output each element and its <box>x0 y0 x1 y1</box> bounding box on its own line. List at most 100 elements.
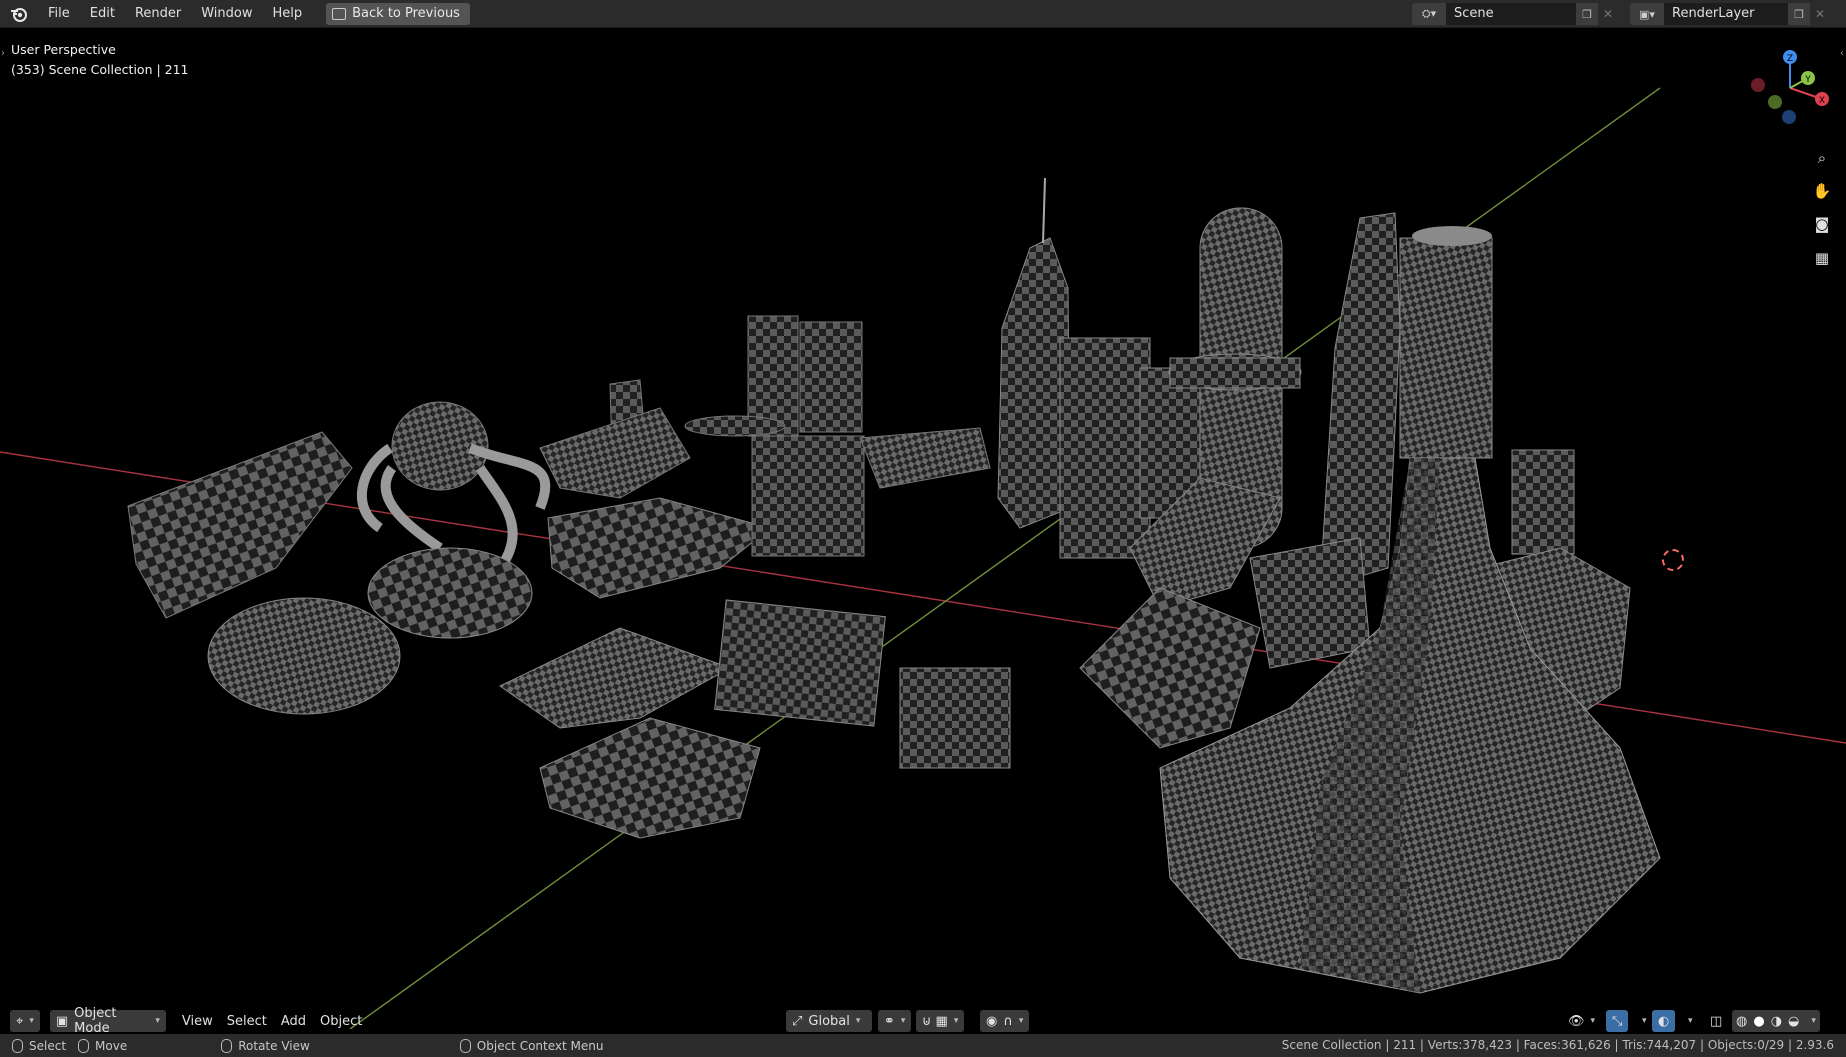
top-bar: File Edit Render Window Help Back to Pre… <box>0 0 1846 28</box>
disc-platform <box>684 415 786 437</box>
shading-dropdown-icon[interactable]: ▾ <box>1811 1016 1816 1026</box>
eye-icon: 👁 <box>1568 1013 1585 1029</box>
round-tower <box>1249 537 1371 669</box>
hint-move-label: Move <box>95 1038 128 1053</box>
skyscraper-left <box>1319 212 1401 589</box>
snap-grid-icon: ▦ <box>935 1013 948 1029</box>
neg-z-axis-handle <box>1782 110 1796 124</box>
cylinder-ring-band <box>1169 357 1301 389</box>
remove-render-layer-icon[interactable]: ✕ <box>1810 3 1830 25</box>
falloff-icon: ∩ <box>1003 1013 1013 1029</box>
menu-window[interactable]: Window <box>191 0 262 28</box>
menu-view[interactable]: View <box>176 1010 219 1032</box>
gizmo-toggle-button[interactable]: ⤡ <box>1606 1010 1629 1032</box>
menu-edit[interactable]: Edit <box>80 0 125 28</box>
proportional-edit-icon: ◉ <box>986 1013 998 1029</box>
twin-block-c <box>751 435 865 557</box>
render-layer-browse-icon[interactable]: ▣▾ <box>1630 3 1664 25</box>
overlays-icon: ◐ <box>1658 1013 1670 1029</box>
z-axis-label: Z <box>1787 54 1793 64</box>
xray-toggle-button[interactable]: ◫ <box>1704 1010 1728 1032</box>
viewport-header: ⌖ ▾ ▣ Object Mode ▾ View Select Add Objec… <box>0 1006 1846 1036</box>
render-layer-name-field[interactable]: RenderLayer <box>1664 3 1788 25</box>
editor-type-icon: ⌖ <box>16 1013 24 1029</box>
gizmo-dropdown[interactable]: ▾ <box>1630 1010 1653 1032</box>
object-mode-dropdown[interactable]: ▣ Object Mode ▾ <box>49 1006 166 1036</box>
visibility-dropdown[interactable]: 👁 ▾ <box>1562 1010 1601 1032</box>
snap-dropdown[interactable]: ⊍ ▦ ▾ <box>916 1010 965 1032</box>
box-building <box>714 599 886 727</box>
menu-help[interactable]: Help <box>263 0 313 28</box>
3d-viewport[interactable]: › ‹ User Perspective (353) Scene Collect… <box>0 28 1846 1029</box>
material-shading-icon[interactable]: ◑ <box>1771 1014 1782 1029</box>
status-hint-select: Select <box>12 1038 67 1053</box>
hint-rotate-label: Rotate View <box>238 1038 310 1053</box>
ortho-grid-icon[interactable]: ▦ <box>1808 244 1836 272</box>
twin-block-b <box>799 321 863 433</box>
sidebar-expand-icon[interactable]: ‹ <box>1840 48 1844 59</box>
toolbar-expand-icon[interactable]: › <box>1 48 5 59</box>
back-to-previous-button[interactable]: Back to Previous <box>326 2 470 25</box>
xray-icon: ◫ <box>1710 1013 1723 1029</box>
render-layer-selector: ▣▾ RenderLayer ❐ ✕ <box>1630 3 1830 25</box>
menu-select[interactable]: Select <box>221 1010 273 1032</box>
scene-statistics: Scene Collection | 211 | Verts:378,423 |… <box>1281 1038 1834 1052</box>
skyscraper-right <box>1399 237 1493 459</box>
tilted-building <box>1079 587 1261 749</box>
saucer-ship <box>547 497 772 599</box>
overlays-dropdown[interactable]: ▾ <box>1676 1010 1699 1032</box>
hint-context-label: Object Context Menu <box>476 1038 604 1053</box>
perspective-label: User Perspective <box>11 42 116 57</box>
overlays-toggle-button[interactable]: ◐ <box>1652 1010 1676 1032</box>
menu-object[interactable]: Object <box>314 1010 368 1032</box>
status-bar: Select Move Rotate View Object Context M… <box>0 1034 1846 1057</box>
3d-cursor-icon[interactable] <box>1662 549 1684 571</box>
mouse-drag-icon <box>78 1038 90 1053</box>
gizmo-icon: ⤡ <box>1612 1013 1623 1029</box>
camera-view-icon[interactable]: ◙ <box>1808 210 1836 238</box>
zoom-view-icon[interactable]: ⌕ <box>1808 144 1836 172</box>
ramp-structure <box>859 427 991 489</box>
dome-one <box>207 597 401 715</box>
scene-render <box>0 87 1846 1029</box>
cluster-block-a <box>1059 337 1151 559</box>
mouse-middle-icon <box>221 1038 233 1053</box>
neg-x-axis-handle <box>1751 78 1765 92</box>
back-window-icon <box>332 7 347 20</box>
editor-type-button[interactable]: ⌖ ▾ <box>10 1010 40 1032</box>
pedestal <box>899 667 1011 769</box>
ground-block <box>539 717 761 839</box>
new-scene-icon[interactable]: ❐ <box>1576 3 1598 25</box>
viewport-info: User Perspective (353) Scene Collection … <box>11 40 189 80</box>
tall-tower-right <box>1511 449 1575 555</box>
solid-shading-icon[interactable]: ● <box>1753 1014 1764 1029</box>
scene-browse-icon[interactable]: ⛭▾ <box>1412 3 1446 25</box>
new-render-layer-icon[interactable]: ❐ <box>1788 3 1810 25</box>
menu-render[interactable]: Render <box>125 0 191 28</box>
object-mode-label: Object Mode <box>74 1006 117 1036</box>
shading-mode-group: ◍ ● ◑ ◒ ▾ <box>1732 1010 1820 1032</box>
pan-hand-icon[interactable]: ✋ <box>1808 177 1836 205</box>
object-mode-icon: ▣ <box>55 1013 69 1029</box>
neg-y-axis-handle <box>1768 95 1782 109</box>
mouse-right-icon <box>459 1038 471 1053</box>
collection-label: (353) Scene Collection | 211 <box>11 62 189 77</box>
status-hint-context: Object Context Menu <box>459 1038 604 1053</box>
skyscraper-top <box>1412 226 1492 246</box>
blender-logo-icon[interactable] <box>0 0 38 28</box>
navigation-gizmo[interactable]: Z X Y <box>1744 38 1840 134</box>
menu-add[interactable]: Add <box>275 1010 312 1032</box>
proportional-edit-button[interactable]: ◉ ∩ ▾ <box>980 1010 1030 1032</box>
dome-two <box>367 547 533 639</box>
transform-orientation-dropdown[interactable]: ⤢ Global ▾ <box>786 1010 872 1032</box>
scene-name-field[interactable]: Scene <box>1446 3 1576 25</box>
status-hint-move: Move <box>78 1038 128 1053</box>
menu-file[interactable]: File <box>38 0 80 28</box>
rendered-shading-icon[interactable]: ◒ <box>1788 1014 1799 1029</box>
pivot-point-dropdown[interactable]: ⚭ ▾ <box>878 1010 912 1032</box>
hint-select-label: Select <box>29 1038 67 1053</box>
wireframe-shading-icon[interactable]: ◍ <box>1736 1014 1747 1029</box>
status-hint-rotate: Rotate View <box>221 1038 310 1053</box>
x-axis-label: X <box>1819 96 1825 106</box>
remove-scene-icon[interactable]: ✕ <box>1598 3 1618 25</box>
